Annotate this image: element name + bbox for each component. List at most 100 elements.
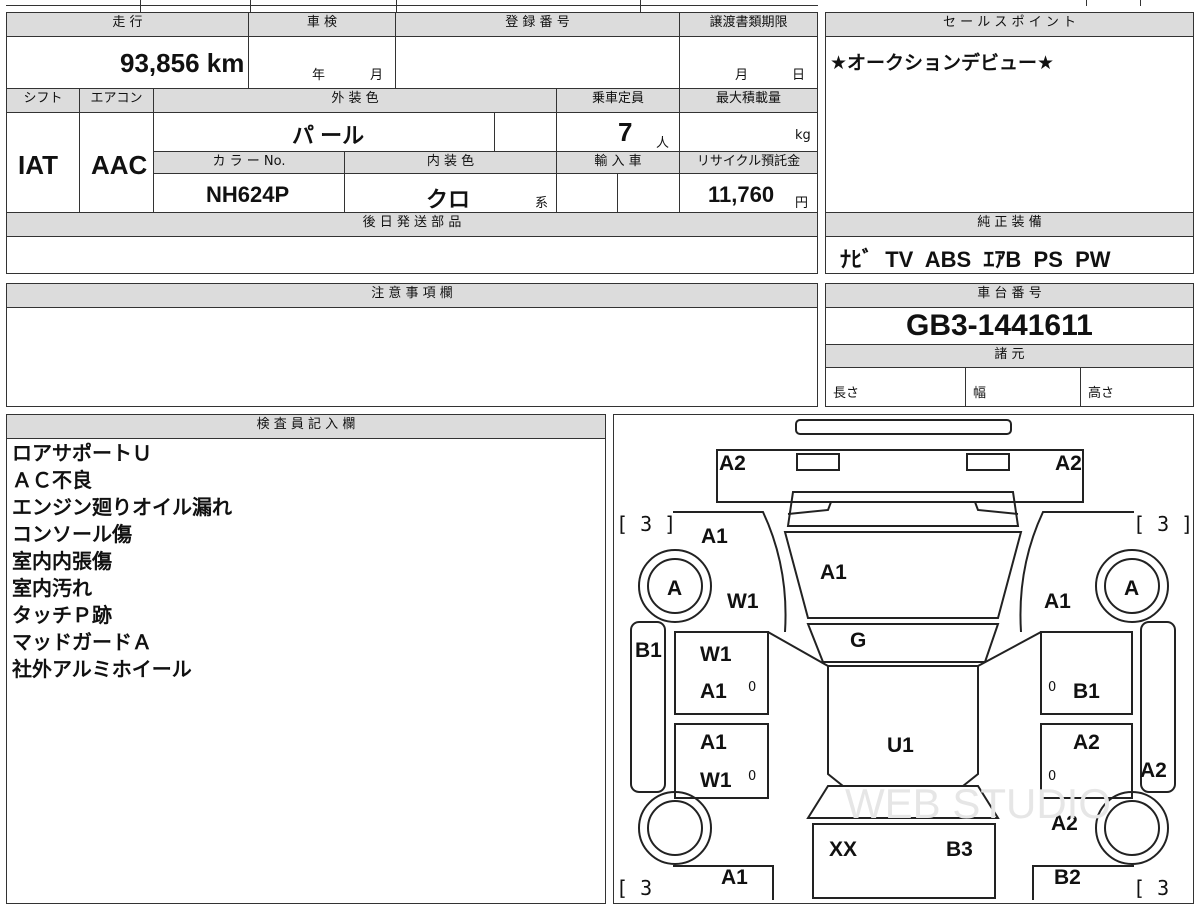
capacity-unit: 人	[656, 136, 670, 151]
shaken-header: 車 検	[249, 13, 395, 37]
registration-label: 登 録 番 号	[505, 15, 570, 30]
rear-door-left-w-code: W1	[700, 769, 732, 792]
fender-right-code: A1	[1044, 590, 1071, 613]
hood-code: A1	[820, 561, 847, 584]
interior-color-value: クロ	[426, 187, 471, 212]
inspector-note: コンソール傷	[12, 522, 132, 546]
interior-color-suffix: 系	[535, 196, 549, 211]
shaken-month: 月	[370, 68, 384, 83]
exterior-color-label: 外 装 色	[331, 91, 379, 106]
left-fender-outline	[673, 511, 787, 633]
specs-header: 諸 元	[826, 344, 1193, 368]
mileage-value: 93,856 km	[120, 48, 245, 78]
sales-point-text: ★オークションデビュー★	[830, 52, 1055, 74]
inspector-header: 検 査 員 記 入 欄	[7, 415, 605, 439]
fender-left-w-code: W1	[727, 590, 759, 613]
sill-left-code: B1	[635, 639, 662, 662]
sales-point-header: セ ー ル ス ポ イ ン ト	[826, 13, 1193, 37]
capacity-value: 7	[618, 117, 633, 147]
recycle-label: リサイクル預託金	[696, 154, 801, 169]
inspector-label: 検 査 員 記 入 欄	[256, 417, 356, 432]
front-bumper-left-code: A2	[719, 452, 746, 475]
equipment-header: 純 正 装 備	[826, 213, 1193, 237]
chassis-header: 車 台 番 号	[826, 284, 1193, 308]
wheel-fl-code: A	[667, 577, 683, 600]
transfer-month: 月	[735, 68, 749, 83]
windshield-code: G	[850, 629, 867, 652]
ac-label: エアコン	[90, 91, 143, 106]
zero-mark: 0	[748, 769, 757, 784]
shaken-year: 年	[312, 68, 326, 83]
later-parts-label: 後 日 発 送 部 品	[362, 215, 462, 230]
chassis-value: GB3-1441611	[906, 309, 1093, 342]
rear-bumper-right-code: B2	[1054, 866, 1081, 889]
rear-door-right-code: A2	[1073, 731, 1100, 754]
rear-left-code: A1	[721, 866, 748, 889]
top-strip-divider	[640, 0, 641, 12]
capacity-header: 乗車定員	[557, 89, 679, 113]
exterior-color-value: パ ール	[292, 123, 365, 148]
inspector-note: 室内汚れ	[12, 576, 92, 600]
watermark: WEB STUDIO	[845, 780, 1112, 827]
front-bumper-right-code: A2	[1055, 452, 1082, 475]
divider	[344, 151, 345, 212]
length-label: 長さ	[833, 386, 860, 401]
top-strip-divider	[250, 0, 251, 12]
shift-value: IAT	[18, 150, 58, 180]
equipment-label: 純 正 装 備	[977, 215, 1042, 230]
inspector-note: マッドガードＡ	[12, 630, 152, 654]
tire-fl-bracket: [ 3 ]	[616, 512, 677, 536]
interior-color-header: 内 装 色	[345, 152, 556, 174]
rear-door-left-a-code: A1	[700, 731, 727, 754]
roof-code: U1	[887, 734, 914, 757]
max-load-unit: kg	[795, 128, 811, 143]
divider	[79, 88, 80, 212]
exterior-color-header: 外 装 色	[154, 89, 556, 113]
recycle-header: リサイクル預託金	[680, 152, 817, 174]
divider	[556, 88, 557, 212]
height-label: 高さ	[1088, 386, 1115, 401]
chassis-label: 車 台 番 号	[977, 286, 1042, 301]
interior-color-label: 内 装 色	[426, 154, 475, 169]
hood-upper-outline	[786, 491, 1020, 527]
divider	[395, 12, 396, 88]
divider	[679, 12, 680, 88]
caution-label: 注 意 事 項 欄	[371, 286, 453, 301]
divider	[153, 88, 154, 212]
divider	[679, 88, 680, 212]
headlight-left	[796, 453, 840, 471]
front-door-left-w-code: W1	[700, 643, 732, 666]
transfer-header: 譲渡書類期限	[680, 13, 817, 37]
divider	[1086, 0, 1087, 6]
sill-right-code: A2	[1140, 759, 1167, 782]
transfer-label: 譲渡書類期限	[709, 15, 788, 30]
pillar-right	[977, 631, 1042, 667]
top-strip-divider	[396, 0, 397, 12]
rear-glass-code: XX	[829, 838, 858, 861]
front-door-right-code: B1	[1073, 680, 1100, 703]
divider	[1140, 0, 1141, 6]
wheel-fr-code: A	[1124, 577, 1140, 600]
shift-header: シフト	[7, 89, 79, 113]
inspector-notes: ロアサポートＵ ＡＣ不良 エンジン廻りオイル漏れ コンソール傷 室内内張傷 室内…	[12, 440, 232, 683]
divider	[248, 12, 249, 88]
tire-rr-bracket: [ 3	[1133, 876, 1170, 900]
color-no-value: NH624P	[206, 182, 290, 207]
recycle-value: 11,760	[708, 182, 775, 207]
registration-header: 登 録 番 号	[396, 13, 679, 37]
top-strip-divider	[140, 0, 141, 12]
front-grille-outline	[795, 419, 1012, 435]
divider	[1080, 368, 1081, 407]
sales-point-label: セ ー ル ス ポ イ ン ト	[943, 15, 1076, 30]
windshield-outline	[806, 623, 1000, 663]
width-label: 幅	[973, 386, 987, 401]
headlight-right	[966, 453, 1010, 471]
divider	[494, 113, 495, 151]
caution-header: 注 意 事 項 欄	[7, 284, 817, 308]
tire-rl-bracket: [ 3	[616, 876, 653, 900]
mileage-label: 走 行	[112, 15, 143, 30]
shaken-label: 車 検	[306, 15, 338, 30]
equipment-text: ﾅﾋﾞ TV ABS ｴｱB PS PW	[840, 247, 1111, 272]
zero-mark: 0	[1048, 680, 1057, 695]
divider	[965, 368, 966, 407]
